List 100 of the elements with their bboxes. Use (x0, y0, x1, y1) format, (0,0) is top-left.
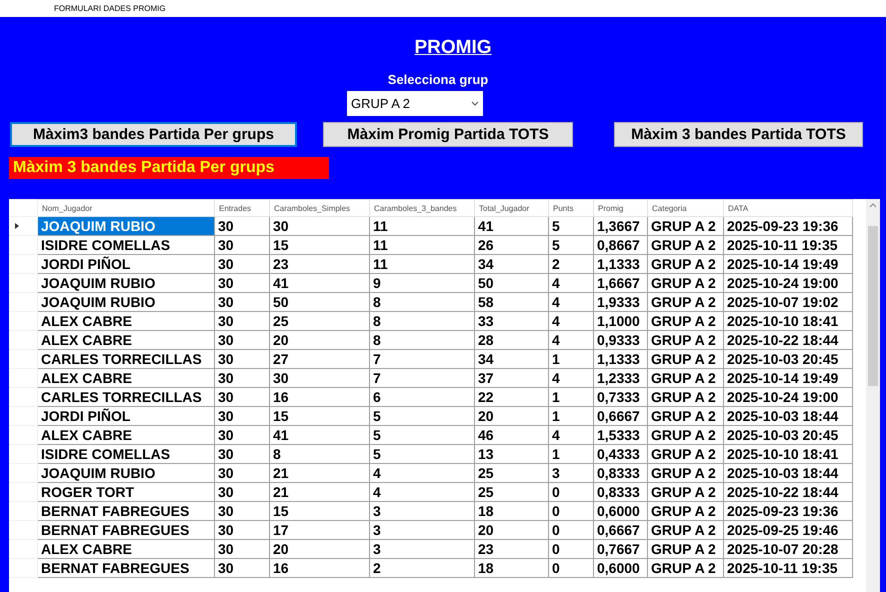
table-cell[interactable]: JOAQUIM RUBIO (38, 274, 214, 292)
table-cell[interactable]: 11 (370, 254, 474, 274)
table-cell[interactable]: ALEX CABRE (38, 330, 214, 350)
table-cell[interactable]: 28 (474, 330, 548, 350)
table-cell[interactable]: 20 (474, 520, 548, 540)
table-cell[interactable]: 1 (548, 350, 594, 368)
group-dropdown[interactable]: GRUP A 2 (347, 91, 483, 116)
table-cell[interactable]: 3 (370, 540, 474, 558)
table-cell[interactable]: 2025-10-03 18:44 (724, 406, 852, 426)
table-cell[interactable]: BERNAT FABREGUES (38, 520, 214, 540)
table-cell[interactable]: 25 (474, 482, 548, 502)
column-header[interactable]: Caramboles_Simples (270, 200, 370, 216)
table-cell[interactable]: 2025-09-25 19:46 (724, 520, 852, 540)
table-cell[interactable]: GRUP A 2 (648, 388, 724, 406)
table-cell[interactable]: 25 (270, 312, 370, 330)
table-cell[interactable]: 4 (548, 292, 594, 312)
column-header[interactable]: Total_Jugador (474, 200, 548, 216)
table-cell[interactable]: 30 (214, 426, 270, 444)
table-cell[interactable]: 34 (474, 254, 548, 274)
table-cell[interactable]: 4 (548, 368, 594, 388)
table-cell[interactable]: ALEX CABRE (38, 368, 214, 388)
table-cell[interactable]: 30 (214, 502, 270, 520)
table-cell[interactable]: 22 (474, 388, 548, 406)
table-cell[interactable]: 4 (370, 464, 474, 482)
table-cell[interactable]: 0 (548, 558, 594, 578)
table-cell[interactable]: 16 (270, 388, 370, 406)
column-header[interactable]: Categoria (648, 200, 724, 216)
table-cell[interactable]: GRUP A 2 (648, 312, 724, 330)
table-cell[interactable]: 30 (214, 254, 270, 274)
table-cell[interactable]: 13 (474, 444, 548, 464)
table-cell[interactable]: 30 (214, 350, 270, 368)
table-cell[interactable]: 18 (474, 558, 548, 578)
table-cell[interactable]: 3 (370, 520, 474, 540)
table-cell[interactable]: 1,1333 (594, 254, 648, 274)
table-cell[interactable]: 0,9333 (594, 330, 648, 350)
table-cell[interactable]: GRUP A 2 (648, 540, 724, 558)
table-cell[interactable]: 50 (474, 274, 548, 292)
table-cell[interactable]: ISIDRE COMELLAS (38, 236, 214, 254)
table-cell[interactable]: JORDI PIÑOL (38, 254, 214, 274)
table-cell[interactable]: GRUP A 2 (648, 444, 724, 464)
table-cell[interactable]: 2025-09-23 19:36 (724, 502, 852, 520)
table-cell[interactable]: 21 (270, 464, 370, 482)
scrollbar[interactable] (866, 199, 880, 592)
table-cell[interactable]: 30 (270, 368, 370, 388)
table-cell[interactable]: 2025-10-10 18:41 (724, 312, 852, 330)
table-cell[interactable]: 2025-10-03 20:45 (724, 426, 852, 444)
table-cell[interactable]: 30 (214, 444, 270, 464)
table-cell[interactable]: GRUP A 2 (648, 330, 724, 350)
table-cell[interactable]: GRUP A 2 (648, 274, 724, 292)
table-cell[interactable]: 11 (370, 236, 474, 254)
table-cell[interactable]: GRUP A 2 (648, 254, 724, 274)
table-cell[interactable]: 41 (270, 426, 370, 444)
table-cell[interactable]: ISIDRE COMELLAS (38, 444, 214, 464)
table-cell[interactable]: 30 (270, 216, 370, 236)
table-cell[interactable]: 37 (474, 368, 548, 388)
table-cell[interactable]: 18 (474, 502, 548, 520)
table-cell[interactable]: 0,6000 (594, 502, 648, 520)
table-cell[interactable]: 1 (548, 444, 594, 464)
column-header[interactable]: Entrades (214, 200, 270, 216)
table-cell[interactable]: CARLES TORRECILLAS (38, 388, 214, 406)
table-cell[interactable]: 4 (548, 330, 594, 350)
table-cell[interactable]: 0,6000 (594, 558, 648, 578)
table-cell[interactable]: 30 (214, 216, 270, 236)
table-cell[interactable]: 8 (370, 312, 474, 330)
table-cell[interactable]: 1 (548, 406, 594, 426)
table-cell[interactable]: JOAQUIM RUBIO (38, 464, 214, 482)
table-cell[interactable]: 41 (270, 274, 370, 292)
table-cell[interactable]: 2 (548, 254, 594, 274)
table-cell[interactable]: 17 (270, 520, 370, 540)
table-cell[interactable]: ALEX CABRE (38, 540, 214, 558)
table-cell[interactable]: 30 (214, 558, 270, 578)
table-cell[interactable]: 2025-10-24 19:00 (724, 274, 852, 292)
table-cell[interactable]: GRUP A 2 (648, 558, 724, 578)
table-cell[interactable]: 2025-09-23 19:36 (724, 216, 852, 236)
table-cell[interactable]: 34 (474, 350, 548, 368)
table-cell[interactable]: 20 (474, 406, 548, 426)
action-button[interactable]: Màxim Promig Partida TOTS (323, 122, 573, 147)
table-cell[interactable]: BERNAT FABREGUES (38, 558, 214, 578)
column-header[interactable]: Punts (548, 200, 594, 216)
table-cell[interactable]: 2025-10-10 18:41 (724, 444, 852, 464)
table-cell[interactable]: 2025-10-11 19:35 (724, 236, 852, 254)
table-cell[interactable]: 20 (270, 330, 370, 350)
table-cell[interactable]: 8 (370, 292, 474, 312)
table-cell[interactable]: 30 (214, 406, 270, 426)
table-cell[interactable]: 2025-10-22 18:44 (724, 482, 852, 502)
table-cell[interactable]: 1,3667 (594, 216, 648, 236)
table-cell[interactable]: 6 (370, 388, 474, 406)
table-cell[interactable]: GRUP A 2 (648, 520, 724, 540)
table-cell[interactable]: GRUP A 2 (648, 368, 724, 388)
table-cell[interactable]: 8 (370, 330, 474, 350)
table-cell[interactable]: 5 (548, 216, 594, 236)
table-cell[interactable]: 30 (214, 540, 270, 558)
table-cell[interactable]: 2025-10-14 19:49 (724, 254, 852, 274)
table-cell[interactable]: ALEX CABRE (38, 426, 214, 444)
table-cell[interactable]: JORDI PIÑOL (38, 406, 214, 426)
table-cell[interactable]: 30 (214, 464, 270, 482)
table-cell[interactable]: 0,7667 (594, 540, 648, 558)
table-cell[interactable]: 25 (474, 464, 548, 482)
table-cell[interactable]: 16 (270, 558, 370, 578)
table-cell[interactable]: 0 (548, 482, 594, 502)
